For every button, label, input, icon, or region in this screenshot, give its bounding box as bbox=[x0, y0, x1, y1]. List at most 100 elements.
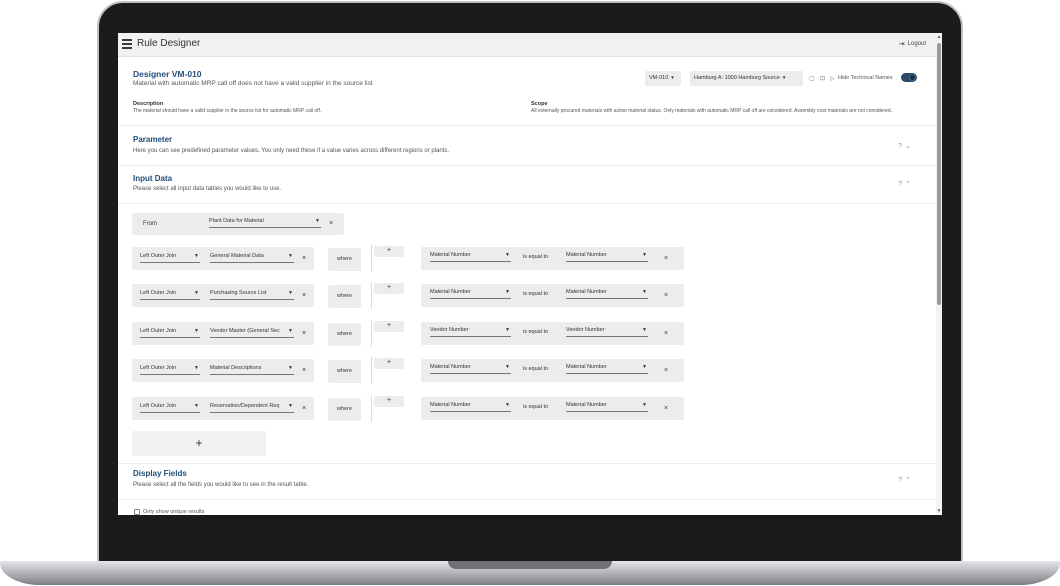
condition-right-value: Material Number bbox=[566, 289, 607, 295]
join-type-value: Left Outer Join bbox=[140, 328, 177, 334]
close-icon[interactable]: × bbox=[302, 330, 306, 337]
parameter-title: Parameter bbox=[133, 135, 173, 144]
caret-down-icon: ▼ bbox=[642, 402, 647, 408]
join-row: Left Outer Join ▼ Reservation/Dependent R… bbox=[132, 397, 314, 420]
caret-down-icon: ▼ bbox=[642, 364, 647, 370]
display-fields-toggle-icon[interactable]: ?⌃ bbox=[898, 476, 914, 484]
where-label: where bbox=[328, 248, 361, 271]
scroll-up-icon[interactable]: ▲ bbox=[936, 34, 942, 40]
join-table-select[interactable]: Material Descriptions ▼ bbox=[210, 365, 294, 375]
unique-results-checkbox[interactable] bbox=[134, 509, 140, 515]
condition-left-select[interactable]: Material Number ▼ bbox=[430, 289, 511, 299]
condition-left-value: Vendor Number bbox=[430, 327, 469, 333]
rule-select[interactable]: VM-010 ▼ bbox=[645, 71, 681, 86]
close-icon[interactable]: × bbox=[302, 255, 306, 262]
join-table-value: Purchasing Source List bbox=[210, 290, 267, 296]
add-condition-button[interactable]: + bbox=[374, 321, 404, 332]
condition-left-select[interactable]: Material Number ▼ bbox=[430, 364, 511, 374]
condition-right-select[interactable]: Material Number ▼ bbox=[566, 252, 648, 262]
join-type-select[interactable]: Left Outer Join ▼ bbox=[140, 253, 200, 263]
caret-down-icon: ▼ bbox=[288, 403, 293, 409]
join-row: Left Outer Join ▼ General Material Data ▼ … bbox=[132, 247, 314, 270]
scrollbar[interactable]: ▲ ▼ bbox=[936, 33, 942, 515]
join-type-value: Left Outer Join bbox=[140, 253, 177, 259]
condition-left-select[interactable]: Material Number ▼ bbox=[430, 402, 511, 412]
condition-right-select[interactable]: Vendor Number ▼ bbox=[566, 327, 648, 337]
rule-select-value: VM-010 bbox=[649, 75, 669, 81]
from-label: From bbox=[143, 221, 157, 227]
where-label: where bbox=[328, 398, 361, 421]
input-data-title: Input Data bbox=[133, 174, 173, 183]
condition-operator: is equal to bbox=[523, 254, 549, 260]
join-type-select[interactable]: Left Outer Join ▼ bbox=[140, 365, 200, 375]
join-table-select[interactable]: General Material Data ▼ bbox=[210, 253, 294, 263]
join-type-select[interactable]: Left Outer Join ▼ bbox=[140, 403, 200, 413]
play-icon[interactable]: ▷ bbox=[830, 75, 835, 82]
caret-down-icon: ▼ bbox=[194, 365, 199, 371]
parameter-subtitle: Here you can see predefined parameter va… bbox=[133, 148, 450, 154]
join-table-select[interactable]: Vendor Master (General Sec ▼ bbox=[210, 328, 294, 338]
display-fields-subtitle: Please select all the fields you would l… bbox=[133, 482, 309, 488]
divider bbox=[118, 463, 936, 464]
logout-button[interactable]: ⇥ Logout bbox=[899, 40, 926, 48]
join-row: Left Outer Join ▼ Vendor Master (General … bbox=[132, 322, 314, 345]
close-icon[interactable]: × bbox=[664, 367, 668, 374]
join-condition: Material Number ▼ is equal to Material Nu… bbox=[421, 247, 684, 270]
add-condition-button[interactable]: + bbox=[374, 283, 404, 294]
add-condition-button[interactable]: + bbox=[374, 396, 404, 407]
add-join-button[interactable]: + bbox=[132, 431, 266, 456]
close-icon[interactable]: × bbox=[664, 330, 668, 337]
join-type-value: Left Outer Join bbox=[140, 365, 177, 371]
hide-technical-names-toggle[interactable] bbox=[901, 73, 917, 82]
condition-left-select[interactable]: Vendor Number ▼ bbox=[430, 327, 511, 337]
close-icon[interactable]: × bbox=[329, 220, 333, 227]
join-condition: Vendor Number ▼ is equal to Vendor Number… bbox=[421, 322, 684, 345]
condition-right-select[interactable]: Material Number ▼ bbox=[566, 364, 648, 374]
scroll-thumb[interactable] bbox=[937, 43, 941, 305]
caret-down-icon: ▼ bbox=[194, 328, 199, 334]
close-icon[interactable]: × bbox=[302, 405, 306, 412]
join-type-select[interactable]: Left Outer Join ▼ bbox=[140, 328, 200, 338]
description-label: Description bbox=[133, 101, 164, 107]
close-icon[interactable]: × bbox=[664, 255, 668, 262]
add-condition-button[interactable]: + bbox=[374, 358, 404, 369]
caret-down-icon: ▼ bbox=[288, 365, 293, 371]
join-separator bbox=[371, 395, 372, 422]
condition-right-select[interactable]: Material Number ▼ bbox=[566, 402, 648, 412]
from-table-select[interactable]: Plant Data for Material ▼ bbox=[209, 218, 321, 228]
join-table-select[interactable]: Reservation/Dependent Req ▼ bbox=[210, 403, 294, 413]
plant-select[interactable]: Hamburg A: 1000 Hamburg Source ▼ bbox=[690, 71, 803, 86]
comment-icon[interactable]: ▢ bbox=[809, 75, 815, 82]
caret-down-icon: ▼ bbox=[642, 289, 647, 295]
menu-icon[interactable] bbox=[122, 39, 132, 49]
from-row: From Plant Data for Material ▼ × bbox=[132, 213, 344, 235]
close-icon[interactable]: × bbox=[664, 292, 668, 299]
where-label: where bbox=[328, 360, 361, 383]
close-icon[interactable]: × bbox=[664, 405, 668, 412]
condition-right-select[interactable]: Material Number ▼ bbox=[566, 289, 648, 299]
parameter-toggle-icon[interactable]: ?⌄ bbox=[898, 142, 914, 150]
join-type-value: Left Outer Join bbox=[140, 290, 177, 296]
input-data-subtitle: Please select all input data tables you … bbox=[133, 186, 282, 192]
input-data-toggle-icon[interactable]: ?⌃ bbox=[898, 180, 914, 188]
close-icon[interactable]: × bbox=[302, 292, 306, 299]
unique-results-option[interactable]: Only show unique results bbox=[134, 509, 204, 515]
condition-operator: is equal to bbox=[523, 366, 549, 372]
logout-icon: ⇥ bbox=[898, 41, 905, 48]
app-title: Rule Designer bbox=[137, 38, 201, 49]
join-table-value: Material Descriptions bbox=[210, 365, 262, 371]
logout-label: Logout bbox=[907, 41, 926, 47]
condition-left-value: Material Number bbox=[430, 402, 471, 408]
caret-down-icon: ▼ bbox=[288, 290, 293, 296]
condition-right-value: Material Number bbox=[566, 364, 607, 370]
condition-left-select[interactable]: Material Number ▼ bbox=[430, 252, 511, 262]
join-table-select[interactable]: Purchasing Source List ▼ bbox=[210, 290, 294, 300]
close-icon[interactable]: × bbox=[302, 367, 306, 374]
caret-down-icon: ▼ bbox=[505, 327, 510, 333]
save-icon[interactable]: ⊡ bbox=[820, 75, 825, 82]
scroll-down-icon[interactable]: ▼ bbox=[936, 508, 942, 514]
add-condition-button[interactable]: + bbox=[374, 246, 404, 257]
join-type-select[interactable]: Left Outer Join ▼ bbox=[140, 290, 200, 300]
condition-left-value: Material Number bbox=[430, 252, 471, 258]
display-fields-title: Display Fields bbox=[133, 469, 187, 478]
